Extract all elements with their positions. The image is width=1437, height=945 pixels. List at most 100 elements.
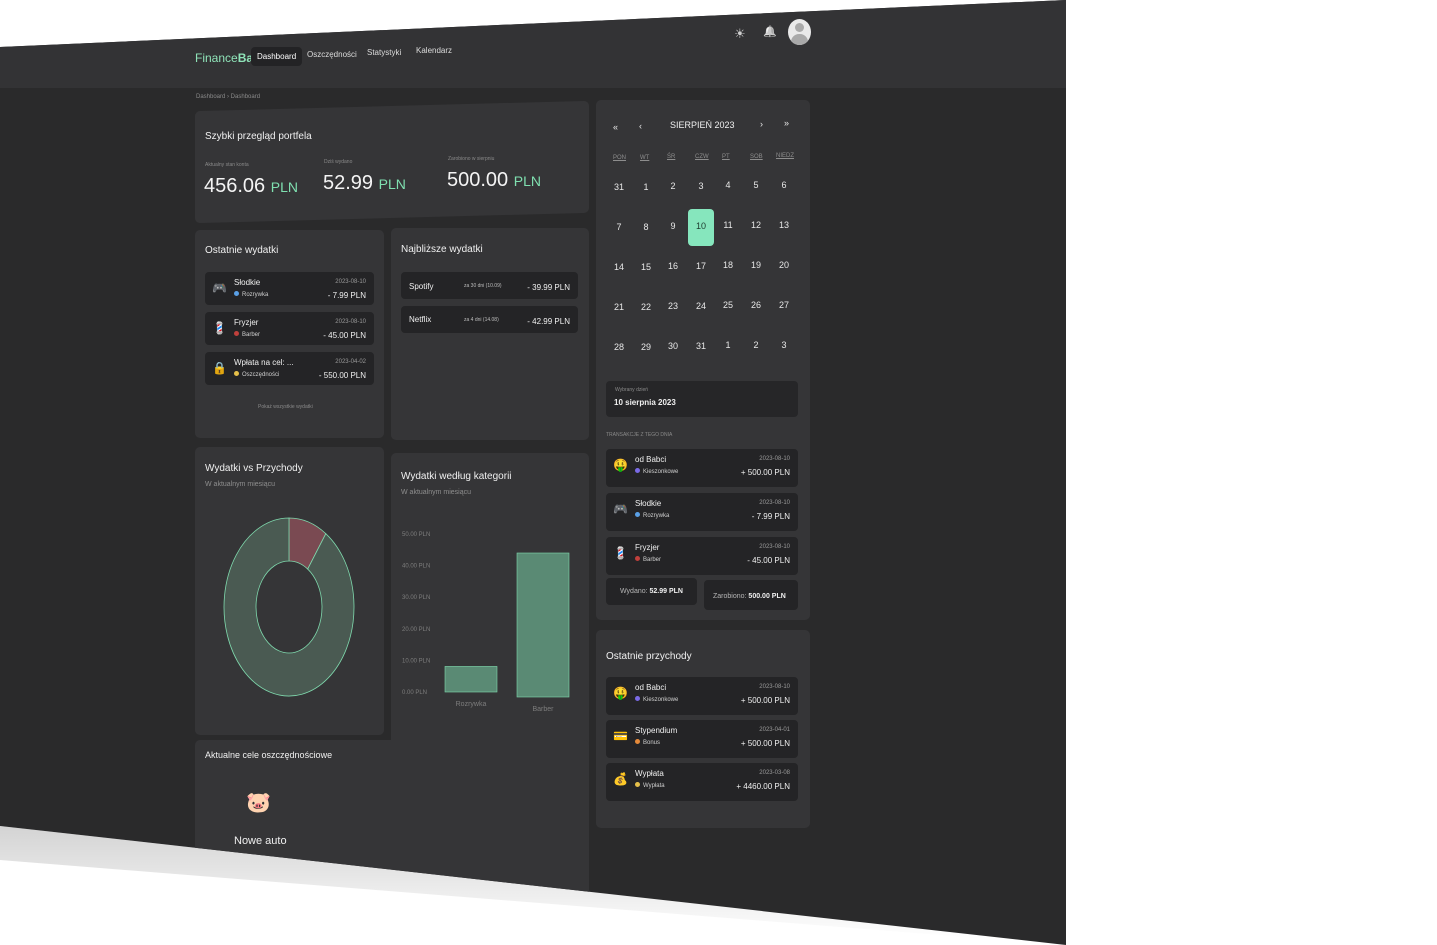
transaction-amount: - 45.00 PLN: [323, 331, 366, 340]
transaction-row[interactable]: [205, 312, 374, 345]
category-label: Kieszonkowe: [643, 469, 679, 475]
bar-barber[interactable]: [516, 552, 570, 698]
calendar-weekday: NIEDZ: [776, 153, 794, 160]
transaction-category: Bonus: [635, 739, 660, 746]
calendar-day[interactable]: 20: [772, 260, 796, 270]
selected-day-value: 10 sierpnia 2023: [614, 398, 676, 407]
balance-unit: PLN: [270, 179, 298, 195]
calendar-prev-month-button[interactable]: ‹: [639, 121, 642, 131]
y-tick-label: 0.00 PLN: [402, 690, 427, 696]
calendar-day[interactable]: 5: [744, 180, 768, 190]
transaction-amount: - 7.99 PLN: [327, 291, 366, 300]
brand-prefix: Finance: [195, 51, 238, 65]
calendar-day[interactable]: 25: [716, 300, 740, 310]
calendar-day[interactable]: 24: [689, 301, 713, 311]
calendar-weekday: SOB: [750, 153, 763, 160]
transaction-category: Oszczędności: [234, 371, 279, 378]
calendar-prev-year-button[interactable]: «: [613, 122, 618, 132]
calendar-day[interactable]: 19: [744, 260, 768, 270]
balance-label: Aktualny stan konta: [205, 162, 249, 168]
earned-summary: Zarobiono: 500.00 PLN: [713, 593, 786, 600]
calendar-day[interactable]: 22: [634, 302, 658, 312]
calendar-day[interactable]: 31: [689, 341, 713, 351]
calendar-next-month-button[interactable]: ›: [760, 119, 763, 129]
calendar-day[interactable]: 30: [661, 341, 685, 351]
donut-slice-przychody[interactable]: [223, 517, 355, 697]
recent-income-title: Ostatnie przychody: [606, 651, 692, 662]
calendar-day[interactable]: 29: [634, 342, 658, 352]
bell-icon[interactable]: 🔔: [763, 25, 777, 38]
transaction-amount: + 500.00 PLN: [740, 696, 790, 705]
transaction-amount: - 550.00 PLN: [318, 371, 366, 380]
avatar[interactable]: [788, 19, 811, 45]
category-icon: 🤑: [613, 458, 628, 472]
by-category-title: Wydatki według kategorii: [401, 471, 512, 482]
calendar-day[interactable]: 28: [607, 342, 631, 352]
transaction-date: 2023-08-10: [335, 279, 366, 285]
calendar-day[interactable]: 4: [716, 180, 740, 190]
show-all-expenses-link[interactable]: Pokaż wszystkie wydatki: [258, 404, 313, 410]
category-dot: [234, 291, 239, 296]
income-vs-expense-subtitle: W aktualnym miesiącu: [205, 481, 276, 488]
category-dot: [635, 782, 640, 787]
nav-savings[interactable]: Oszczędności: [301, 45, 363, 64]
transaction-row[interactable]: [205, 272, 374, 305]
calendar-weekday: PON: [613, 155, 627, 161]
bar-rozrywka[interactable]: [444, 666, 498, 693]
calendar-day[interactable]: 23: [661, 301, 685, 311]
nav-statistics[interactable]: Statystyki: [361, 43, 407, 62]
calendar-day[interactable]: 3: [772, 340, 796, 350]
nav-dashboard[interactable]: Dashboard: [251, 47, 303, 66]
theme-toggle-icon[interactable]: ☀: [734, 26, 746, 42]
calendar-day[interactable]: 3: [689, 181, 713, 191]
calendar-day[interactable]: 7: [607, 222, 631, 232]
calendar-day[interactable]: 14: [607, 262, 631, 272]
category-label: Wypłata: [643, 783, 665, 789]
calendar-day[interactable]: 1: [634, 182, 658, 192]
calendar-day[interactable]: 1: [716, 340, 740, 350]
transaction-category: Rozrywka: [234, 291, 268, 298]
calendar-day[interactable]: 6: [772, 180, 796, 190]
calendar-day[interactable]: 10: [689, 221, 713, 231]
calendar-day[interactable]: 21: [607, 302, 631, 312]
category-dot: [635, 556, 640, 561]
calendar-day[interactable]: 27: [772, 300, 796, 310]
transaction-name: Słodkie: [234, 278, 261, 287]
nav-calendar[interactable]: Kalendarz: [410, 41, 458, 60]
portfolio-title: Szybki przegląd portfela: [205, 131, 312, 142]
transaction-date: 2023-08-10: [759, 684, 790, 690]
calendar-day[interactable]: 8: [634, 222, 658, 232]
calendar-day[interactable]: 18: [716, 260, 740, 270]
transaction-name: Wypłata: [635, 769, 664, 778]
calendar-day[interactable]: 13: [772, 220, 796, 230]
upcoming-when: za 30 dni (10.09): [464, 283, 502, 289]
calendar-day[interactable]: 31: [607, 182, 631, 192]
calendar-day[interactable]: 16: [661, 261, 685, 271]
category-dot: [635, 696, 640, 701]
transaction-name: Słodkie: [635, 499, 662, 508]
calendar-day[interactable]: 26: [744, 300, 768, 310]
calendar-day[interactable]: 12: [744, 220, 768, 230]
transaction-amount: + 4460.00 PLN: [736, 782, 790, 791]
transaction-amount: - 45.00 PLN: [747, 556, 790, 565]
calendar-day[interactable]: 15: [634, 262, 658, 272]
calendar-day[interactable]: 2: [744, 340, 768, 350]
y-tick-label: 50.00 PLN: [402, 532, 430, 538]
transaction-name: od Babci: [635, 683, 667, 692]
calendar-next-year-button[interactable]: »: [784, 118, 789, 128]
calendar-day[interactable]: 9: [661, 221, 685, 231]
transaction-row[interactable]: [205, 352, 374, 385]
portfolio-card: [195, 100, 589, 224]
savings-goal-name[interactable]: Nowe auto: [234, 835, 287, 847]
transaction-category: Wypłata: [635, 782, 665, 789]
app-screen: FinanceBay Dashboard Oszczędności Statys…: [0, 0, 1066, 945]
calendar-month-label[interactable]: SIERPIEŃ 2023: [670, 120, 735, 130]
calendar-day[interactable]: 17: [689, 261, 713, 271]
calendar-day[interactable]: 2: [661, 181, 685, 191]
piggy-bank-icon: 🐷: [246, 792, 271, 814]
upcoming-name: Spotify: [409, 282, 434, 291]
calendar-day[interactable]: 11: [716, 220, 740, 230]
transaction-name: od Babci: [635, 455, 667, 464]
brand-logo[interactable]: FinanceBay: [195, 51, 260, 65]
transaction-date: 2023-08-10: [759, 544, 790, 550]
